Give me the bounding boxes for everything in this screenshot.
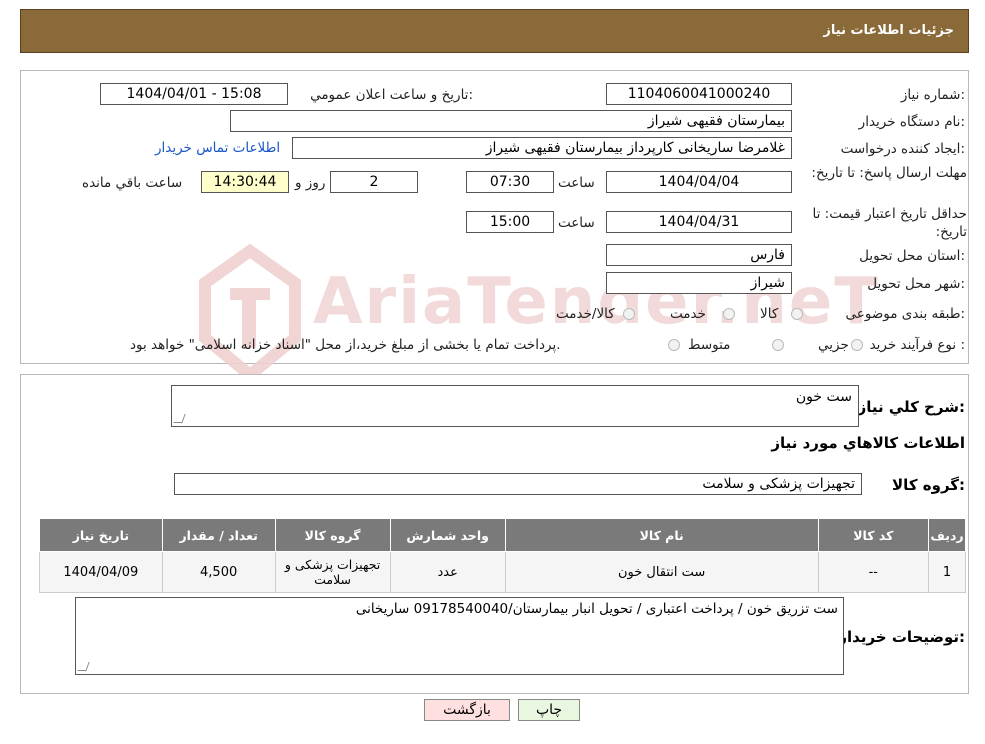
province-field: فارس	[606, 244, 792, 266]
summary-field[interactable]: ست خون	[171, 385, 859, 427]
items-table: ردیف کد کالا نام کالا واحد شمارش گروه کا…	[39, 518, 966, 593]
process-radio-minor[interactable]	[851, 339, 863, 351]
cell-date: 1404/04/09	[39, 551, 163, 593]
print-button[interactable]: چاپ	[518, 699, 580, 721]
category-option-goods: کالا	[760, 306, 779, 322]
announce-field: 1404/04/01 - 15:08	[100, 83, 288, 105]
col-row: ردیف	[928, 518, 966, 552]
items-title: اطلاعات کالاهاي مورد نياز	[771, 434, 965, 452]
cell-name: ست انتقال خون	[504, 551, 819, 593]
buyer-org-field: بیمارستان فقیهی شیراز	[230, 110, 792, 132]
col-code: کد کالا	[817, 518, 930, 552]
price-validity-label: حداقل تاریخ اعتبار قیمت: تا تاریخ:	[812, 206, 967, 240]
goods-group-field: تجهیزات پزشکی و سلامت	[174, 473, 862, 495]
cell-code: --	[817, 551, 930, 593]
cell-unit: عدد	[389, 551, 506, 593]
process-radio-treasury[interactable]	[668, 339, 680, 351]
resize-handle-icon[interactable]	[77, 662, 90, 671]
category-radio-service[interactable]	[723, 308, 735, 320]
cell-row: 1	[928, 551, 966, 593]
contact-buyer-link[interactable]: اطلاعات تماس خریدار	[155, 140, 280, 156]
col-unit: واحد شمارش	[389, 518, 506, 552]
price-time-field: 15:00	[466, 211, 554, 233]
requester-label: ایجاد کننده درخواست:	[840, 141, 965, 157]
process-note: پرداخت تمام یا بخشی از مبلغ خرید،از محل …	[130, 337, 561, 353]
need-number-label: شماره نیاز:	[900, 87, 965, 103]
remaining-time-field: 14:30:44	[201, 171, 289, 193]
province-label: استان محل تحویل:	[859, 248, 965, 264]
back-button[interactable]: بازگشت	[424, 699, 510, 721]
reply-time-field: 07:30	[466, 171, 554, 193]
process-option-minor: جزیي	[818, 337, 849, 353]
reply-date-field: 1404/04/04	[606, 171, 792, 193]
cell-qty: 4,500	[161, 551, 276, 593]
goods-group-label: گروه کالا:	[892, 476, 965, 494]
category-option-service: خدمت	[670, 306, 706, 322]
category-radio-goods-service[interactable]	[623, 308, 635, 320]
price-date-field: 1404/04/31	[606, 211, 792, 233]
category-option-goods-service: کالا/خدمت	[556, 306, 615, 322]
page-header: جزئیات اطلاعات نیاز	[20, 9, 969, 53]
announce-label: تاریخ و ساعت اعلان عمومي:	[310, 87, 473, 103]
table-header-row: ردیف کد کالا نام کالا واحد شمارش گروه کا…	[39, 518, 966, 552]
cell-group: تجهیزات پزشکی و سلامت	[274, 551, 391, 593]
remaining-time-label: ساعت باقي مانده	[82, 175, 183, 191]
category-label: طبقه بندی موضوعی:	[845, 306, 965, 322]
col-date: تاریخ نیاز	[39, 518, 163, 552]
buyer-notes-label: توضیحات خریدار:	[838, 628, 965, 646]
col-group: گروه کالا	[274, 518, 391, 552]
summary-value: ست خون	[795, 389, 852, 405]
table-row: 1 -- ست انتقال خون عدد تجهیزات پزشکی و س…	[39, 551, 966, 593]
reply-deadline-label: مهلت ارسال پاسخ: تا تاریخ:	[811, 165, 967, 181]
buyer-org-label: نام دستگاه خریدار:	[858, 114, 965, 130]
summary-label: شرح كلي نياز:	[857, 398, 965, 416]
category-radio-goods[interactable]	[791, 308, 803, 320]
price-time-label: ساعت	[558, 215, 595, 231]
buyer-notes-field[interactable]: ست تزریق خون / پرداخت اعتباری / تحویل ان…	[75, 597, 844, 675]
requester-field: غلامرضا ساریخانی کارپرداز بیمارستان فقیه…	[292, 137, 792, 159]
city-label: شهر محل تحویل:	[867, 276, 965, 292]
page-title: جزئیات اطلاعات نیاز	[823, 23, 954, 38]
process-radio-medium[interactable]	[772, 339, 784, 351]
resize-handle-icon[interactable]	[173, 414, 186, 423]
city-field: شیراز	[606, 272, 792, 294]
process-option-medium: متوسط	[688, 337, 731, 353]
days-field: 2	[330, 171, 418, 193]
watermark-text: AriaTender.neT	[313, 265, 880, 339]
days-label: روز و	[295, 175, 326, 191]
need-number-field: 1104060041000240	[606, 83, 792, 105]
process-label: نوع فرآیند خرید :	[869, 337, 965, 353]
buyer-notes-value: ست تزریق خون / پرداخت اعتباری / تحویل ان…	[355, 601, 838, 617]
reply-time-label: ساعت	[558, 175, 595, 191]
col-qty: تعداد / مقدار	[161, 518, 276, 552]
watermark-logo-icon	[199, 243, 301, 383]
col-name: نام کالا	[504, 518, 819, 552]
